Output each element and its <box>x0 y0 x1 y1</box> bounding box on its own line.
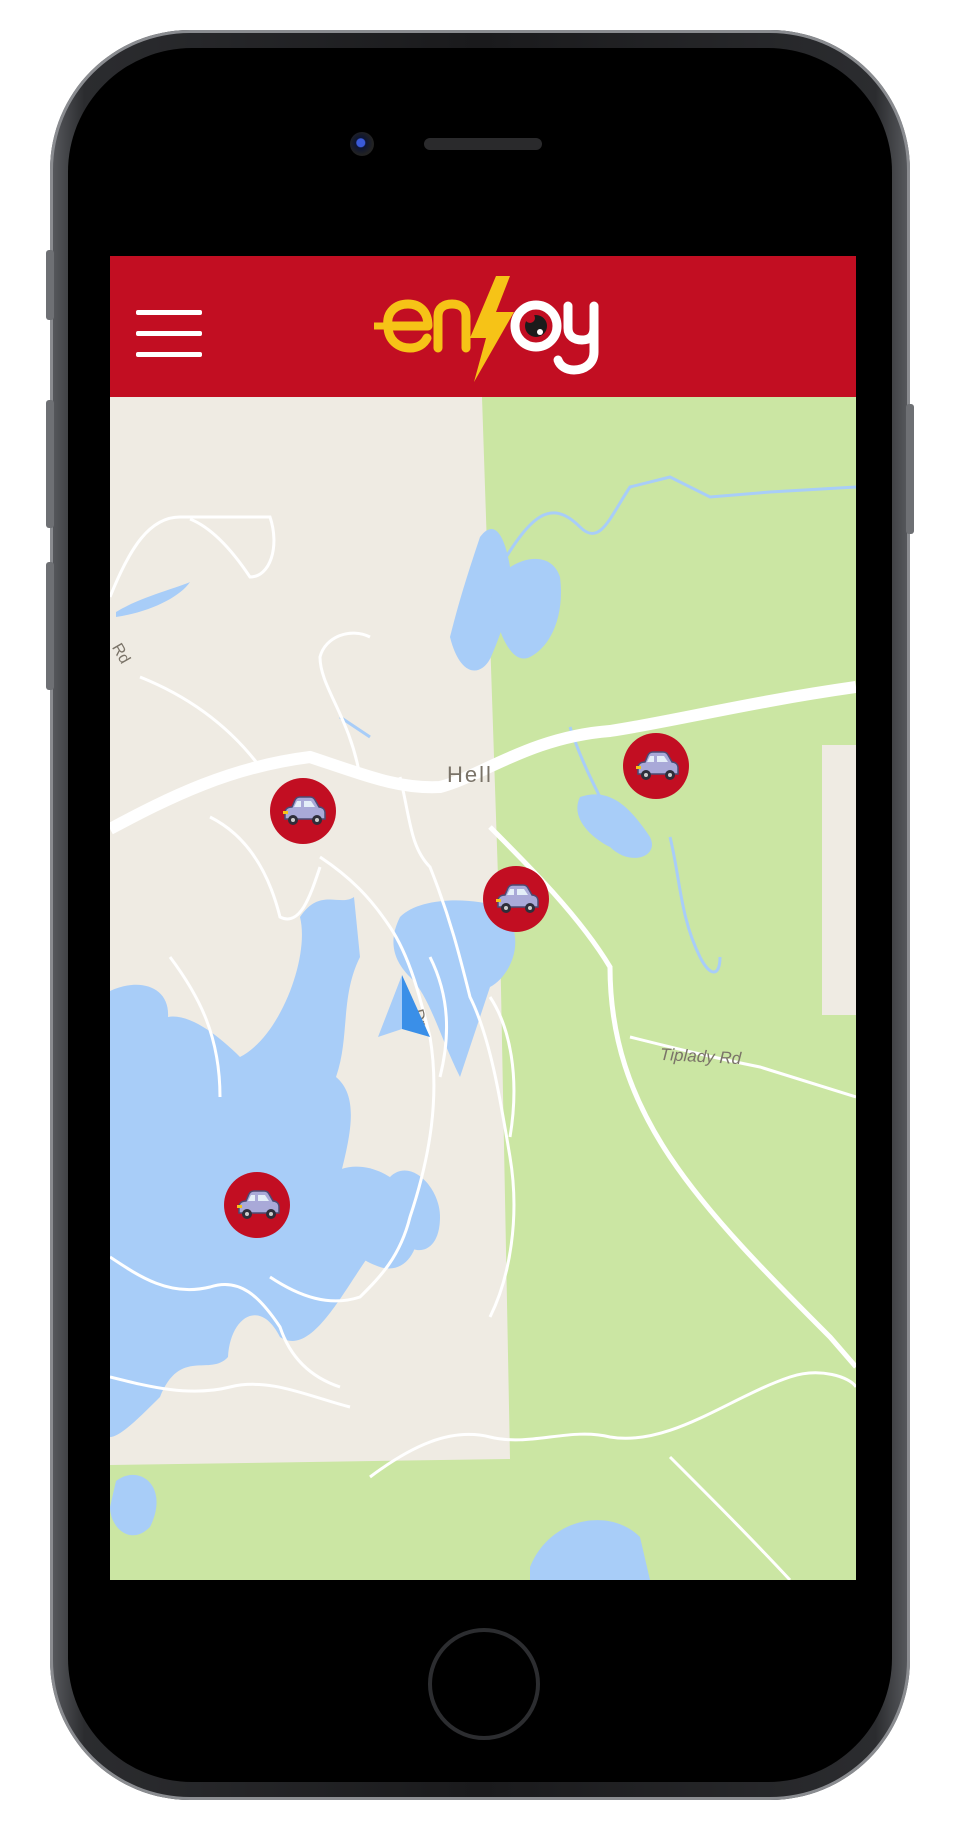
car-marker[interactable] <box>483 866 549 932</box>
car-marker[interactable] <box>224 1172 290 1238</box>
map-view[interactable]: Hell Tiplady Rd Rd Dr <box>110 397 856 1580</box>
car-marker[interactable] <box>270 778 336 844</box>
car-icon <box>237 1190 280 1219</box>
power-button <box>906 404 914 534</box>
place-label-hell: Hell <box>447 762 493 787</box>
hamburger-menu-icon[interactable] <box>136 310 202 358</box>
navigation-arrow-icon <box>372 975 440 1047</box>
volume-down-button <box>46 562 54 690</box>
road-label-tiplady: Tiplady Rd <box>659 1044 742 1069</box>
car-marker[interactable] <box>623 733 689 799</box>
car-icon <box>283 796 326 825</box>
app-header: enjoy <box>110 256 856 397</box>
mute-switch <box>46 250 54 320</box>
enjoy-logo: enjoy <box>370 272 600 384</box>
front-camera <box>350 132 374 156</box>
car-icon <box>636 751 679 780</box>
app-screen: enjoy <box>110 256 856 1580</box>
home-button[interactable] <box>428 1628 540 1740</box>
car-icon <box>496 884 539 913</box>
earpiece-speaker <box>424 138 542 150</box>
volume-up-button <box>46 400 54 528</box>
